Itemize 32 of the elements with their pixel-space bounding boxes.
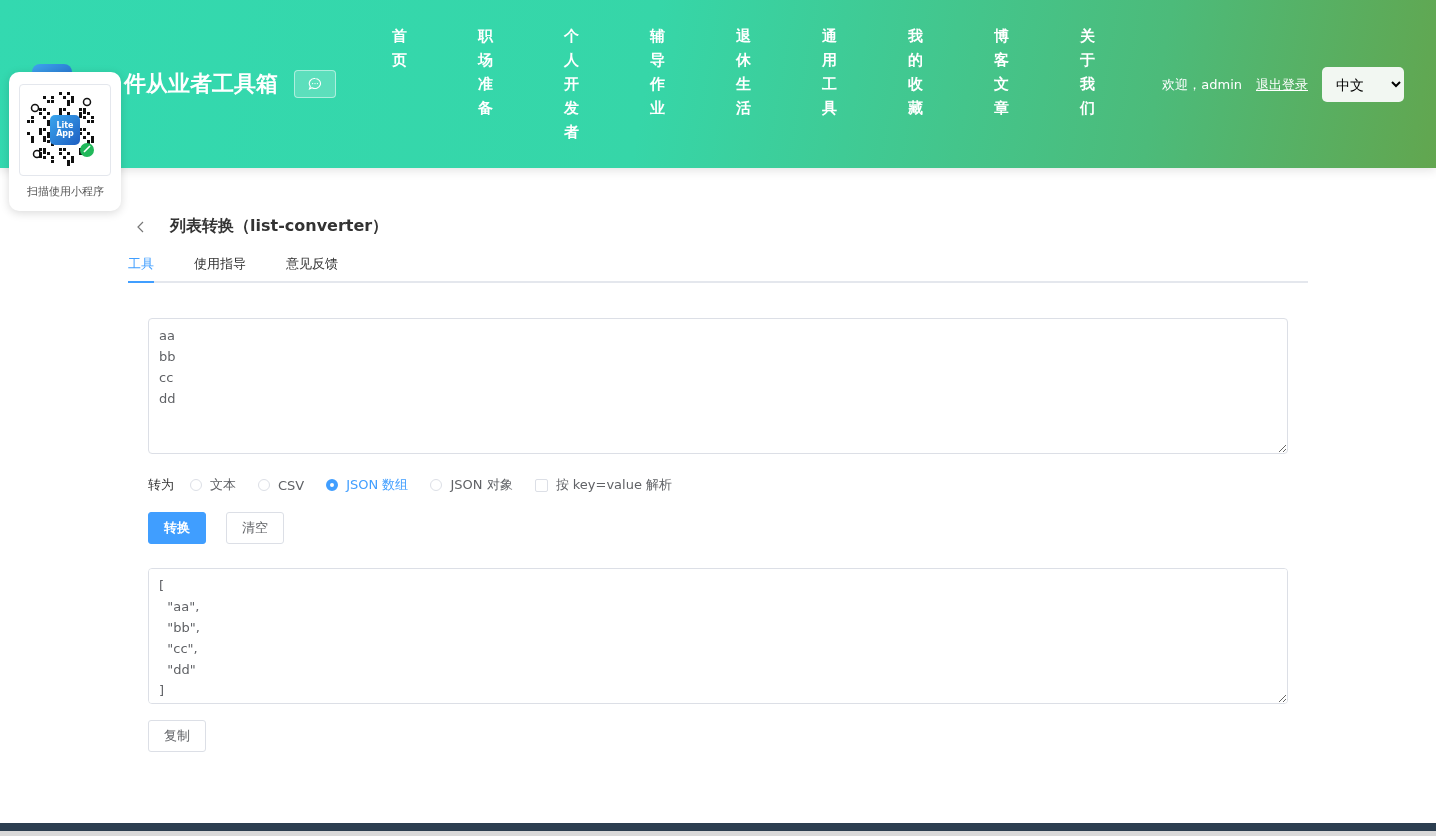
nav-link[interactable]: 辅导作业	[649, 24, 665, 144]
back-icon[interactable]	[136, 220, 146, 233]
format-radio[interactable]: JSON 数组	[326, 476, 409, 494]
popup-caption: 扫描使用小程序	[26, 184, 104, 199]
welcome-text: 欢迎，admin	[1162, 75, 1242, 94]
app-badge: Lite App	[50, 115, 80, 145]
nav-link[interactable]: 个人开发者	[563, 24, 579, 144]
format-radio[interactable]: CSV	[258, 477, 305, 493]
input-field[interactable]: aa bb cc dd	[148, 318, 1288, 454]
chat-icon	[308, 77, 322, 91]
nav-link[interactable]: 关于我们	[1079, 24, 1095, 144]
format-radio[interactable]: 文本	[190, 476, 236, 494]
format-radio[interactable]: JSON 对象	[430, 476, 513, 494]
nav-link[interactable]: 退休生活	[735, 24, 751, 144]
language-select[interactable]: 中文	[1322, 67, 1404, 102]
nav-link[interactable]: 职场准备	[477, 24, 493, 144]
convert-label: 转为	[148, 476, 174, 494]
tab[interactable]: 意见反馈	[286, 255, 338, 283]
tab[interactable]: 使用指导	[194, 255, 246, 283]
tab[interactable]: 工具	[128, 255, 154, 283]
page-title: 列表转换（list-converter）	[170, 216, 389, 237]
output-field[interactable]: [ "aa", "bb", "cc", "dd" ]	[148, 568, 1288, 704]
site-title: 件从业者工具箱	[124, 70, 278, 98]
nav-link[interactable]: 首页	[391, 24, 407, 144]
nav-link[interactable]: 博客文章	[993, 24, 1009, 144]
nav-link[interactable]: 我的收藏	[907, 24, 923, 144]
convert-button[interactable]: 转换	[148, 512, 206, 544]
clear-button[interactable]: 清空	[226, 512, 284, 544]
copy-button[interactable]: 复制	[148, 720, 206, 752]
logout-link[interactable]: 退出登录	[1256, 75, 1308, 94]
parse-checkbox[interactable]: 按 key=value 解析	[534, 476, 673, 494]
nav-link[interactable]: 通用工具	[821, 24, 837, 144]
